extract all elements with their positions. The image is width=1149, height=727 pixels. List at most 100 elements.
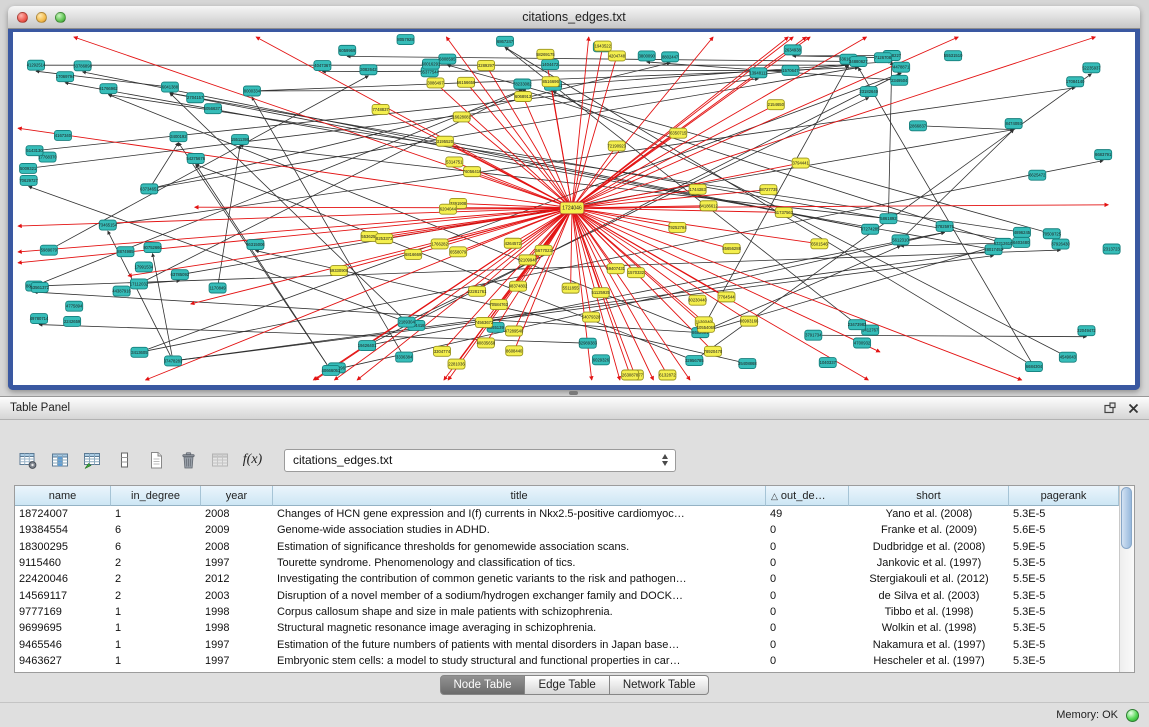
graph-node[interactable]: 51125925 bbox=[592, 288, 611, 298]
graph-node[interactable]: 81766962 bbox=[99, 84, 118, 94]
graph-node[interactable]: 60566371 bbox=[204, 104, 223, 114]
graph-node[interactable]: 1570647 bbox=[782, 65, 799, 75]
graph-node[interactable]: 85656288 bbox=[722, 244, 741, 254]
graph-node[interactable]: 4896245 bbox=[1013, 227, 1030, 237]
graph-node[interactable]: 6204044 bbox=[439, 204, 456, 214]
row-view-button[interactable] bbox=[112, 448, 137, 472]
graph-node[interactable]: 8802447 bbox=[662, 52, 679, 62]
table-cell[interactable]: 2009 bbox=[201, 524, 273, 536]
graph-edge[interactable] bbox=[813, 335, 1086, 336]
graph-edge[interactable] bbox=[572, 208, 784, 212]
table-cell[interactable]: 0 bbox=[766, 606, 849, 618]
graph-node[interactable]: 61737563 bbox=[774, 207, 793, 217]
graph-node[interactable]: 6501546 bbox=[811, 239, 828, 249]
graph-node[interactable]: 70629727 bbox=[19, 175, 38, 185]
graph-node[interactable]: 63785092 bbox=[171, 270, 190, 280]
graph-node[interactable]: 16628081 bbox=[452, 112, 471, 122]
float-panel-button[interactable] bbox=[1104, 402, 1116, 414]
delete-table-button[interactable] bbox=[176, 448, 201, 472]
table-cell[interactable]: 2008 bbox=[201, 541, 273, 553]
graph-node[interactable]: 5861892 bbox=[880, 214, 897, 224]
graph-edge[interactable] bbox=[514, 208, 572, 331]
graph-node[interactable]: 2704157 bbox=[187, 93, 204, 103]
table-cell[interactable]: 6 bbox=[111, 524, 201, 536]
graph-node[interactable]: 4549043 bbox=[1059, 352, 1076, 362]
graph-node[interactable]: 5143130 bbox=[26, 146, 43, 156]
table-cell[interactable]: Stergiakouli et al. (2012) bbox=[849, 573, 1009, 585]
graph-node[interactable]: 3413605 bbox=[131, 347, 148, 357]
graph-node[interactable]: 4167340 bbox=[54, 130, 71, 140]
tab-edge-table[interactable]: Edge Table bbox=[525, 675, 609, 695]
table-cell[interactable]: 1997 bbox=[201, 639, 273, 651]
graph-node[interactable]: 2281036 bbox=[448, 359, 465, 369]
table-cell[interactable]: 0 bbox=[766, 655, 849, 667]
graph-edge[interactable] bbox=[572, 208, 1022, 380]
graph-edge[interactable] bbox=[918, 126, 1014, 130]
graph-node[interactable]: 5009321 bbox=[20, 163, 37, 173]
graph-node[interactable]: 6867247 bbox=[497, 36, 514, 46]
graph-node[interactable]: 60016291 bbox=[422, 59, 441, 69]
graph-edge[interactable] bbox=[572, 208, 697, 300]
table-cell[interactable]: Corpus callosum shape and size in male p… bbox=[273, 606, 766, 618]
graph-node[interactable]: 74563672 bbox=[475, 317, 494, 327]
graph-node[interactable]: 2189304 bbox=[398, 317, 415, 327]
table-cell[interactable]: 0 bbox=[766, 541, 849, 553]
close-button[interactable] bbox=[17, 12, 28, 23]
graph-node[interactable]: 80230440 bbox=[688, 295, 707, 305]
graph-node[interactable]: 66315006 bbox=[246, 240, 265, 250]
table-cell[interactable]: 6 bbox=[111, 541, 201, 553]
graph-node[interactable]: 4775894 bbox=[66, 301, 83, 311]
table-cell[interactable]: 2 bbox=[111, 557, 201, 569]
table-cell[interactable]: Dudbridge et al. (2008) bbox=[849, 541, 1009, 553]
table-row[interactable]: 1456911722003Disruption of a novel membe… bbox=[15, 587, 1119, 603]
graph-node[interactable]: 37825976 bbox=[935, 221, 954, 231]
column-header-short[interactable]: short bbox=[849, 486, 1009, 506]
graph-node[interactable]: 6816669 bbox=[405, 249, 422, 259]
graph-node[interactable]: 3800090 bbox=[638, 51, 655, 61]
graph-node[interactable]: 44387916 bbox=[112, 286, 131, 296]
minimize-button[interactable] bbox=[36, 12, 47, 23]
graph-edge[interactable] bbox=[572, 46, 603, 208]
graph-edge[interactable] bbox=[252, 90, 522, 91]
graph-node[interactable]: 54079328 bbox=[582, 312, 601, 322]
graph-node[interactable]: 63734651 bbox=[140, 184, 159, 194]
table-row[interactable]: 977716911998Corpus callosum shape and si… bbox=[15, 604, 1119, 620]
table-cell[interactable]: 5.3E-5 bbox=[1009, 508, 1119, 520]
graph-node[interactable]: 19426401 bbox=[358, 341, 377, 351]
graph-node[interactable]: 4264572 bbox=[504, 238, 521, 248]
graph-node[interactable]: 69330906 bbox=[330, 266, 349, 276]
zoom-button[interactable] bbox=[55, 12, 66, 23]
graph-node[interactable]: 35408868 bbox=[738, 359, 757, 369]
graph-node[interactable]: 3304774 bbox=[434, 346, 451, 356]
graph-node[interactable]: 3336384 bbox=[396, 352, 413, 362]
column-header-year[interactable]: year bbox=[201, 486, 273, 506]
graph-node[interactable]: 22049472 bbox=[1077, 326, 1096, 336]
graph-edge[interactable] bbox=[572, 37, 793, 208]
graph-edge[interactable] bbox=[29, 186, 407, 322]
table-cell[interactable]: 14569117 bbox=[15, 590, 111, 602]
graph-node[interactable]: 82109946 bbox=[518, 255, 537, 265]
graph-edge[interactable] bbox=[34, 90, 522, 286]
graph-node[interactable]: 40835658 bbox=[477, 338, 496, 348]
graph-node[interactable]: 17069794 bbox=[56, 72, 75, 82]
graph-node[interactable]: 4047367 bbox=[314, 61, 331, 71]
graph-node[interactable]: 41292514 bbox=[27, 60, 46, 70]
table-cell[interactable]: 49 bbox=[766, 508, 849, 520]
graph-node[interactable]: 3082642 bbox=[360, 65, 377, 75]
graph-edge[interactable] bbox=[18, 128, 572, 208]
table-cell[interactable]: 1 bbox=[111, 639, 201, 651]
graph-node[interactable]: 17991534 bbox=[135, 262, 154, 272]
graph-node[interactable]: 6808595 bbox=[439, 54, 456, 64]
graph-node[interactable]: 79252784 bbox=[668, 222, 687, 232]
table-cell[interactable]: 18724007 bbox=[15, 508, 111, 520]
table-scrollbar[interactable] bbox=[1119, 486, 1134, 672]
table-cell[interactable]: 1998 bbox=[201, 606, 273, 618]
table-cell[interactable]: 5.6E-5 bbox=[1009, 524, 1119, 536]
table-cell[interactable]: Disruption of a novel member of a sodium… bbox=[273, 590, 766, 602]
table-cell[interactable]: Embryonic stem cells: a model to study s… bbox=[273, 655, 766, 667]
graph-node[interactable]: 8000334 bbox=[243, 86, 260, 96]
graph-node[interactable]: 6403480 bbox=[1013, 237, 1030, 247]
graph-node[interactable]: 6683791 bbox=[1095, 150, 1112, 160]
table-cell[interactable]: 1 bbox=[111, 655, 201, 667]
graph-node[interactable]: 6029326 bbox=[592, 355, 609, 365]
